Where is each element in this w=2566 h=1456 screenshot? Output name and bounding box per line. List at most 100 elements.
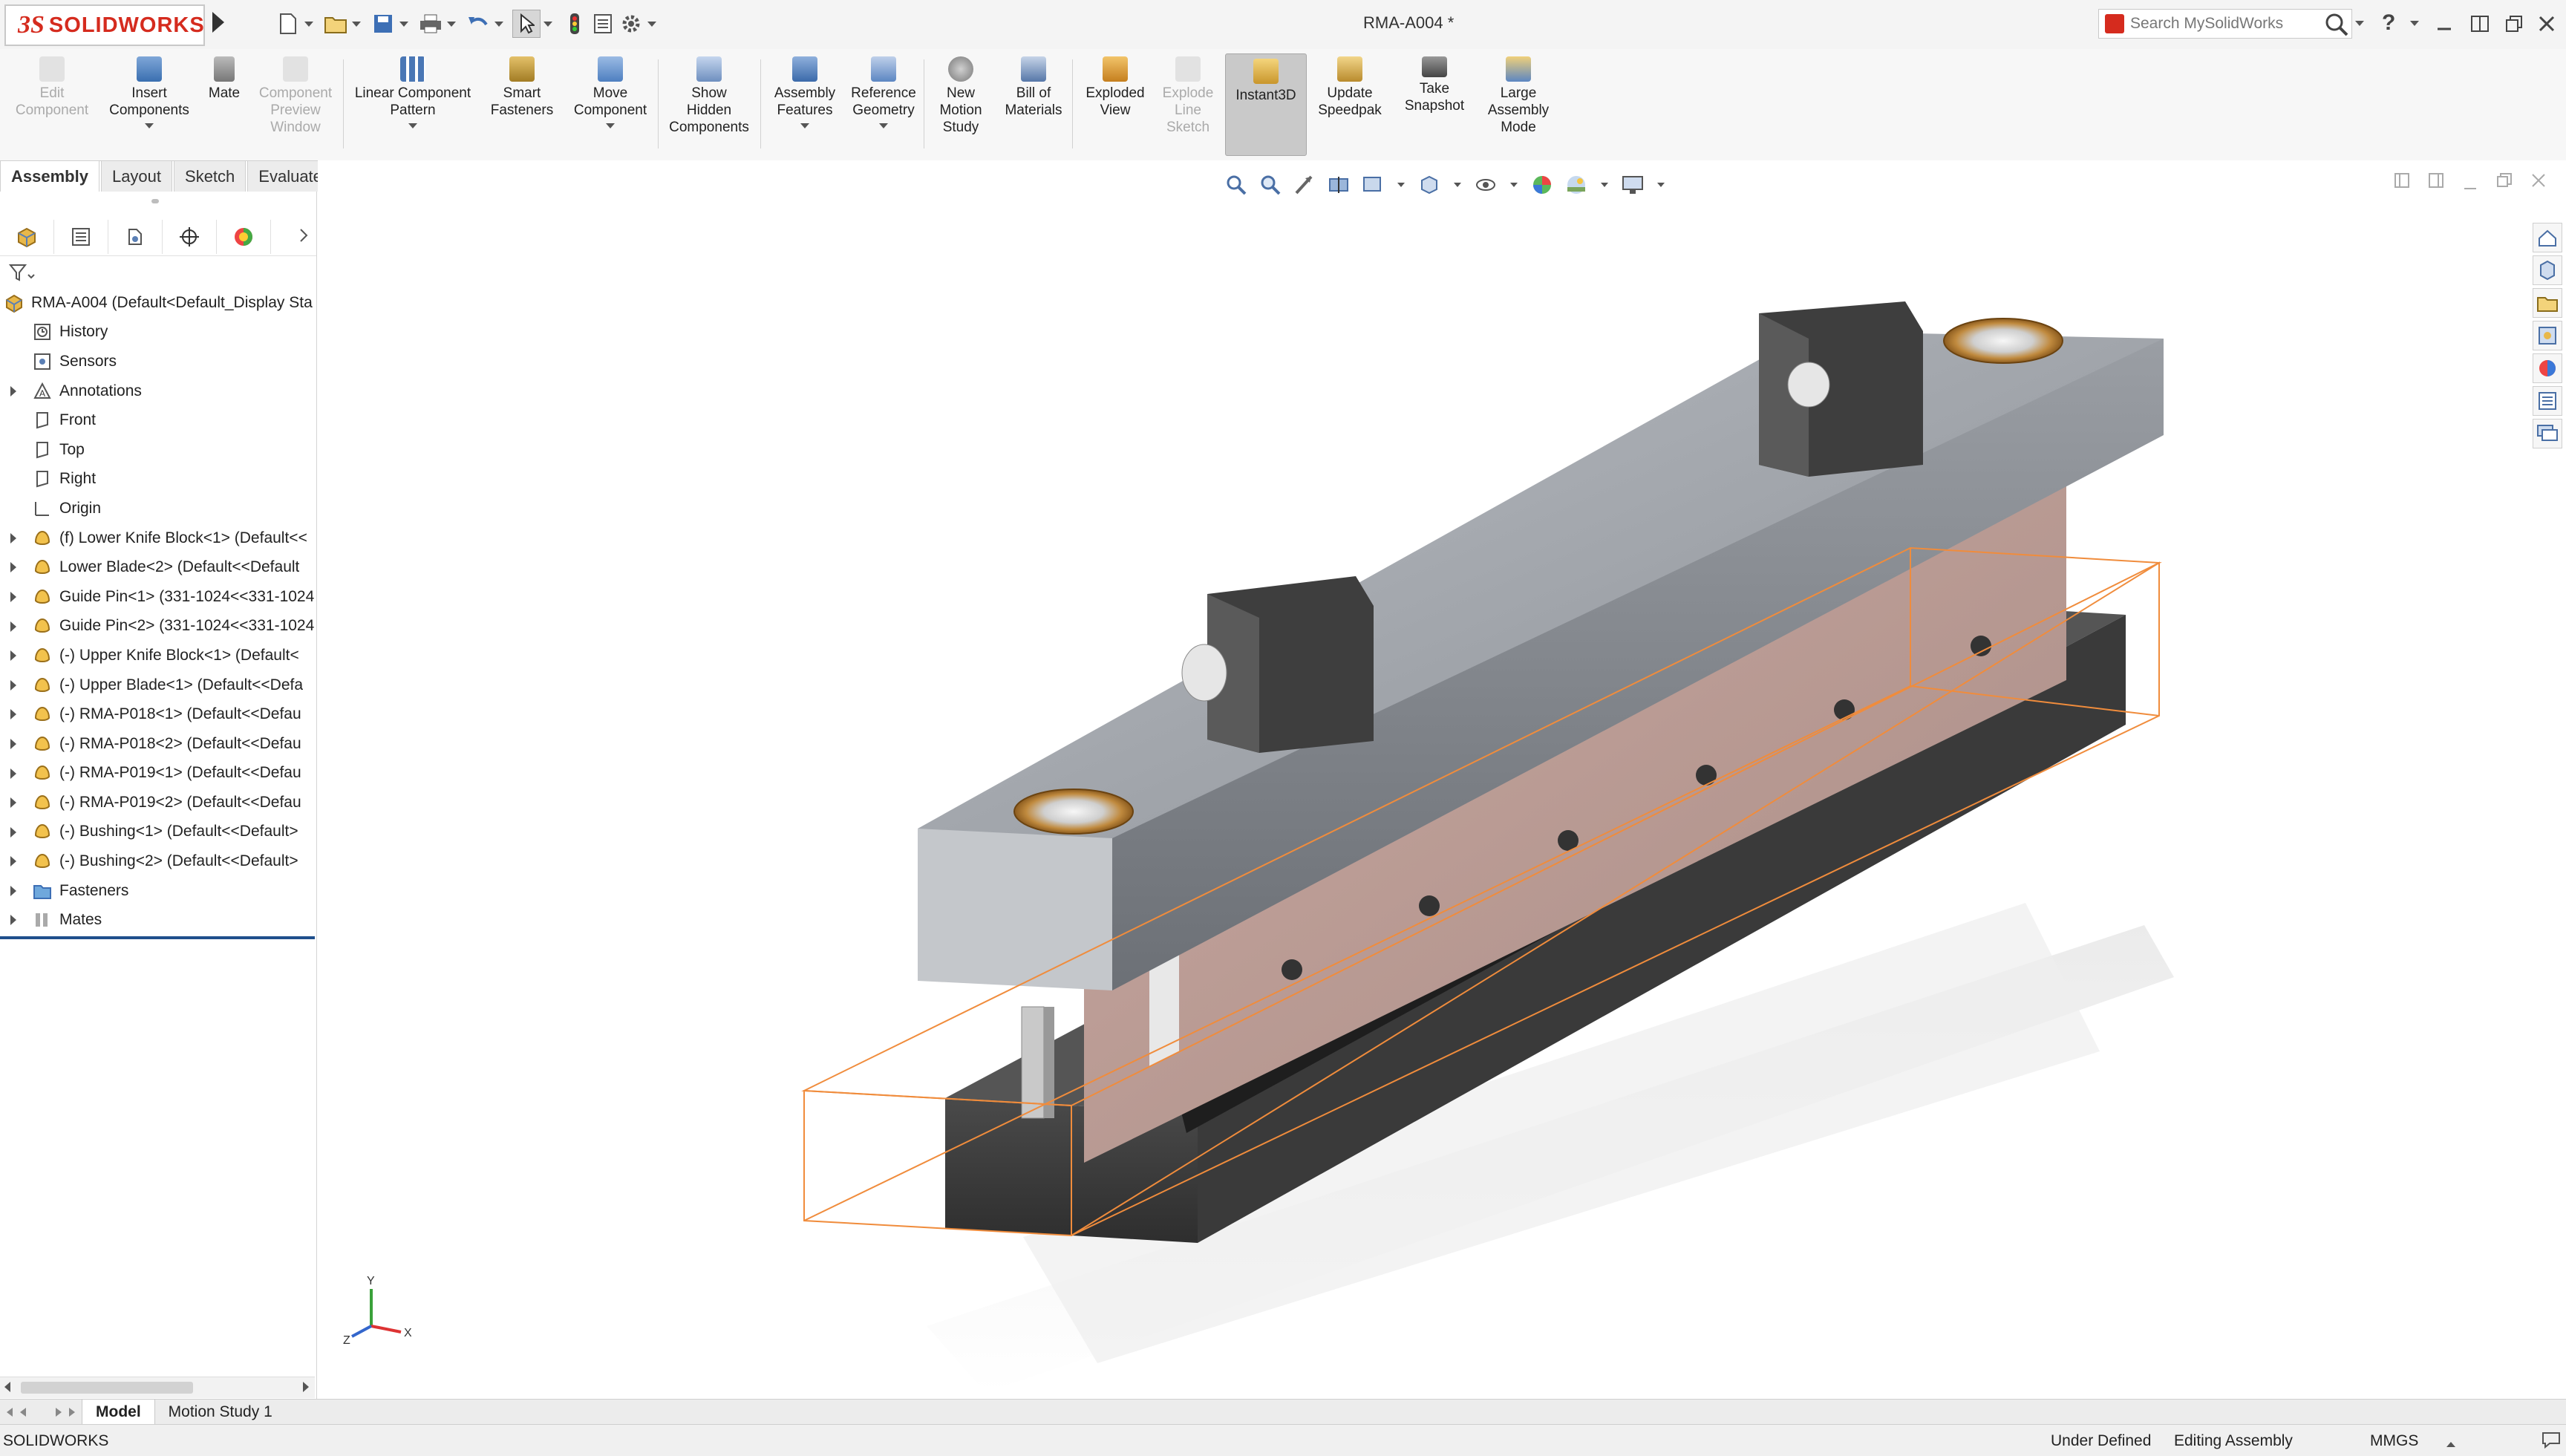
status-mode[interactable]: Editing Assembly	[2174, 1432, 2293, 1450]
tab-assembly[interactable]: Assembly	[0, 160, 99, 192]
linear-component-pattern-button[interactable]: Linear Component Pattern	[346, 56, 480, 128]
tree-item[interactable]: (-) RMA-P018<1> (Default<<Defau	[0, 699, 316, 729]
tree-item[interactable]: (-) RMA-P018<2> (Default<<Defau	[0, 729, 316, 759]
scrollbar-thumb[interactable]	[21, 1382, 193, 1394]
reference-geometry-button[interactable]: Reference Geometry	[846, 56, 921, 128]
tile-windows-icon[interactable]	[2465, 9, 2495, 39]
tree-item[interactable]: Sensors	[0, 347, 316, 376]
rebuild-traffic-light-icon[interactable]	[561, 10, 588, 37]
tab-motion-study-1[interactable]: Motion Study 1	[155, 1400, 286, 1425]
tree-item[interactable]: (-) Upper Knife Block<1> (Default<	[0, 641, 316, 670]
tree-item[interactable]: Front	[0, 405, 316, 435]
file-properties-icon[interactable]	[590, 10, 616, 37]
expand-arrow-icon[interactable]	[10, 768, 16, 779]
tree-item[interactable]: Lower Blade<2> (Default<<Default	[0, 552, 316, 582]
tree-item[interactable]: A Annotations	[0, 376, 316, 406]
expand-arrow-icon[interactable]	[10, 679, 16, 691]
solidworks-logo[interactable]: 3S SOLIDWORKS	[4, 4, 205, 46]
custom-properties-icon[interactable]	[2533, 386, 2562, 416]
search-dropdown-icon[interactable]	[2355, 21, 2364, 26]
expand-arrow-icon[interactable]	[10, 856, 16, 867]
large-assembly-mode-button[interactable]: Large Assembly Mode	[1478, 56, 1559, 136]
edit-component-button[interactable]: Edit Component	[4, 56, 99, 119]
expand-arrow-icon[interactable]	[10, 591, 16, 602]
configuration-manager-icon[interactable]	[108, 220, 163, 254]
assembly-model-view[interactable]: Y X Z	[318, 160, 2471, 1399]
expand-arrow-icon[interactable]	[10, 385, 16, 396]
tree-item[interactable]: (-) RMA-P019<1> (Default<<Defau	[0, 759, 316, 789]
tree-item[interactable]: Mates	[0, 905, 316, 935]
tree-item[interactable]: (-) Bushing<2> (Default<<Default>	[0, 846, 316, 876]
menu-expand-arrow-icon[interactable]	[212, 12, 224, 33]
options-gear-icon[interactable]	[618, 10, 644, 37]
tab-sketch[interactable]: Sketch	[174, 160, 247, 192]
minimize-icon[interactable]	[2429, 9, 2459, 39]
insert-components-dropdown-icon[interactable]	[145, 123, 154, 128]
close-icon[interactable]	[2532, 9, 2562, 39]
viewport-close-icon[interactable]	[2530, 172, 2547, 193]
options-dropdown-icon[interactable]	[647, 21, 656, 27]
assembly-features-button[interactable]: Assembly Features	[763, 56, 846, 128]
component-preview-button[interactable]: Component Preview Window	[249, 56, 342, 136]
instant3d-button[interactable]: Instant3D	[1225, 53, 1307, 156]
solidworks-resources-home-icon[interactable]	[2533, 223, 2562, 252]
tree-item[interactable]: Guide Pin<2> (331-1024<<331-1024	[0, 612, 316, 642]
tree-item[interactable]: Origin	[0, 494, 316, 523]
tree-item[interactable]: Right	[0, 465, 316, 494]
viewport-restore-icon[interactable]	[2496, 172, 2513, 193]
expand-arrow-icon[interactable]	[10, 826, 16, 838]
move-component-button[interactable]: Move Component	[566, 56, 655, 128]
expand-arrow-icon[interactable]	[10, 738, 16, 749]
insert-components-button[interactable]: Insert Components	[101, 56, 197, 128]
display-manager-icon[interactable]	[217, 220, 271, 254]
expand-arrow-icon[interactable]	[10, 709, 16, 720]
tab-layout[interactable]: Layout	[100, 160, 173, 192]
smart-fasteners-button[interactable]: Smart Fasteners	[481, 56, 563, 119]
chevron-right-icon[interactable]	[298, 227, 309, 247]
help-button[interactable]: ?	[2382, 10, 2395, 36]
search-icon[interactable]	[2324, 12, 2349, 41]
assembly-features-dropdown-icon[interactable]	[800, 123, 809, 128]
explode-line-sketch-button[interactable]: Explode Line Sketch	[1155, 56, 1221, 136]
featuremanager-tree-icon[interactable]	[0, 220, 54, 254]
open-dropdown-icon[interactable]	[352, 21, 361, 27]
undo-icon[interactable]	[465, 10, 492, 37]
tree-item[interactable]: (f) Lower Knife Block<1> (Default<<	[0, 523, 316, 553]
units-menu-arrow-icon[interactable]	[2446, 1435, 2456, 1453]
view-palette-icon[interactable]	[2533, 321, 2562, 350]
new-dropdown-icon[interactable]	[304, 21, 313, 27]
new-document-icon[interactable]	[275, 10, 301, 37]
tree-item[interactable]: (-) RMA-P019<2> (Default<<Defau	[0, 788, 316, 817]
reference-geometry-dropdown-icon[interactable]	[879, 123, 888, 128]
tab-scroll-arrows-icon[interactable]	[0, 1400, 82, 1425]
tree-root-assembly[interactable]: RMA-A004 (Default<Default_Display Sta	[0, 288, 316, 318]
move-component-dropdown-icon[interactable]	[606, 123, 615, 128]
expand-arrow-icon[interactable]	[10, 532, 16, 543]
expand-arrow-icon[interactable]	[10, 650, 16, 662]
tree-rollback-bar[interactable]	[0, 936, 315, 939]
save-icon[interactable]	[370, 10, 396, 37]
forum-icon[interactable]	[2533, 419, 2562, 448]
save-dropdown-icon[interactable]	[399, 21, 408, 27]
panel-grip-handle[interactable]	[151, 199, 159, 203]
print-dropdown-icon[interactable]	[447, 21, 456, 27]
update-speedpak-button[interactable]: Update Speedpak	[1311, 56, 1388, 119]
search-mysolidworks[interactable]: Search MySolidWorks	[2098, 9, 2352, 39]
tree-item[interactable]: History	[0, 318, 316, 347]
new-motion-study-button[interactable]: New Motion Study	[928, 56, 993, 136]
expand-arrow-icon[interactable]	[10, 621, 16, 632]
design-library-icon[interactable]	[2533, 255, 2562, 285]
appearances-scenes-icon[interactable]	[2533, 353, 2562, 383]
filter-icon[interactable]	[8, 263, 36, 286]
exploded-view-button[interactable]: Exploded View	[1077, 56, 1154, 119]
expand-arrow-icon[interactable]	[10, 797, 16, 809]
show-hidden-components-button[interactable]: Show Hidden Components	[661, 56, 757, 136]
tab-model[interactable]: Model	[82, 1399, 155, 1426]
bill-of-materials-button[interactable]: Bill of Materials	[998, 56, 1069, 119]
restore-icon[interactable]	[2499, 9, 2529, 39]
mate-button[interactable]: Mate	[200, 56, 248, 102]
tree-item[interactable]: Top	[0, 435, 316, 465]
graphics-area[interactable]: Y X Z	[318, 160, 2566, 1399]
expand-arrow-icon[interactable]	[10, 562, 16, 573]
help-dropdown-icon[interactable]	[2410, 21, 2419, 26]
